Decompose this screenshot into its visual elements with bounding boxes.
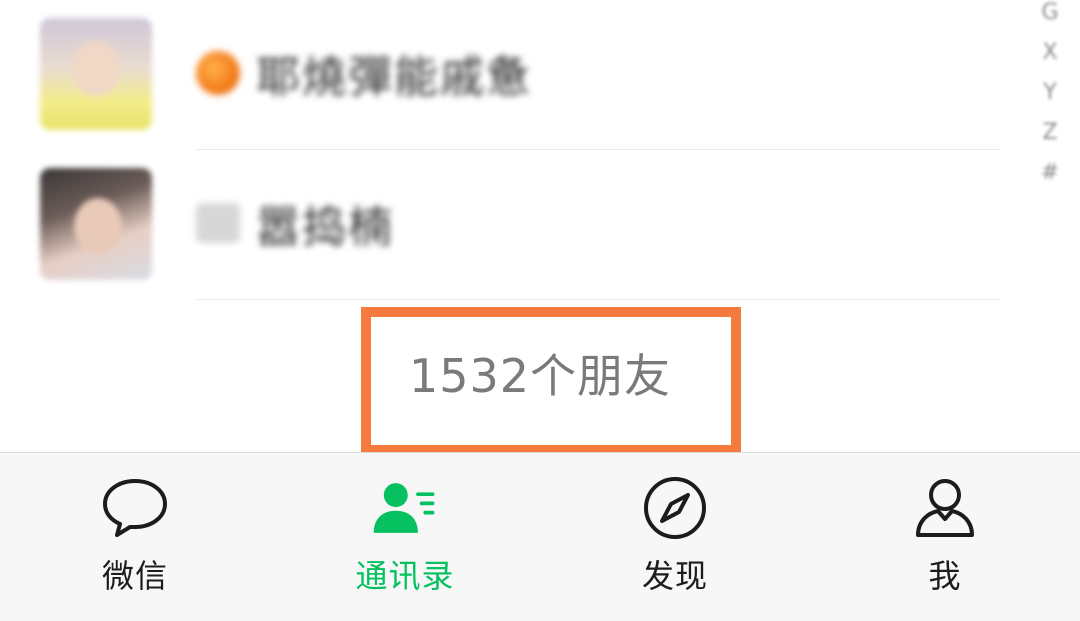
compass-icon bbox=[640, 473, 710, 543]
sticker-emoji-icon bbox=[196, 203, 240, 243]
alphabet-index[interactable]: G X Y Z # bbox=[1038, 0, 1062, 186]
contact-name: 耶燒彈能戚惫 bbox=[256, 52, 532, 103]
alphabet-index-letter[interactable]: Z bbox=[1042, 120, 1057, 146]
highlight-box bbox=[361, 307, 741, 455]
contact-row[interactable]: 耶燒彈能戚惫 bbox=[0, 0, 1000, 150]
tab-chats[interactable]: 微信 bbox=[55, 473, 215, 597]
alphabet-index-letter[interactable]: Y bbox=[1043, 80, 1056, 106]
orange-emoji-icon bbox=[196, 51, 240, 95]
tab-label: 发现 bbox=[641, 557, 708, 595]
alphabet-index-letter[interactable]: # bbox=[1041, 160, 1059, 186]
tab-me[interactable]: 我 bbox=[865, 473, 1025, 597]
tab-bar: 微信 通讯录 发现 我 bbox=[0, 452, 1080, 621]
tab-discover[interactable]: 发现 bbox=[595, 473, 755, 597]
tab-label: 通讯录 bbox=[355, 557, 455, 595]
contact-row[interactable]: 嚣捣楠 bbox=[0, 150, 1000, 300]
tab-contacts[interactable]: 通讯录 bbox=[325, 473, 485, 597]
alphabet-index-letter[interactable]: G bbox=[1041, 0, 1058, 26]
divider bbox=[196, 299, 1000, 300]
contacts-icon bbox=[370, 473, 440, 543]
tab-label: 我 bbox=[928, 557, 962, 595]
alphabet-index-letter[interactable]: X bbox=[1042, 40, 1057, 66]
avatar bbox=[40, 168, 152, 280]
person-icon bbox=[910, 473, 980, 543]
tab-label: 微信 bbox=[101, 557, 168, 595]
avatar bbox=[40, 18, 152, 130]
chat-bubble-icon bbox=[100, 473, 170, 543]
contacts-screen: 耶燒彈能戚惫 嚣捣楠 G X Y Z # 1532个朋友 微信 通讯录 发现 我 bbox=[0, 0, 1080, 621]
contact-name: 嚣捣楠 bbox=[256, 202, 394, 253]
